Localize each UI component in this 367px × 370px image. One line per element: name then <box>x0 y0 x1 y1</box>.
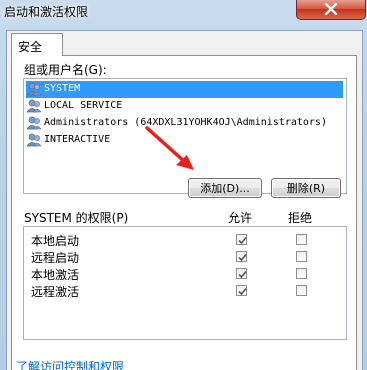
checkmark-icon <box>238 236 247 245</box>
allow-checkbox[interactable] <box>236 251 247 262</box>
permission-name: 本地激活 <box>31 268 80 282</box>
deny-checkbox[interactable] <box>296 268 307 279</box>
permission-name: 本地启动 <box>31 234 80 248</box>
checkmark-icon <box>238 270 247 279</box>
tab-security[interactable]: 安全 <box>11 33 63 56</box>
permission-row: 本地启动 <box>24 231 346 248</box>
permission-dialog: 启动和激活权限 安全 组或用户名(G): SYSTEM LOCAL SERVIC… <box>0 0 367 370</box>
permission-row: 远程启动 <box>24 248 346 265</box>
allow-checkbox[interactable] <box>236 268 247 279</box>
permission-name: 远程激活 <box>31 285 80 299</box>
permissions-label: SYSTEM 的权限(P) <box>24 211 129 225</box>
deny-checkbox[interactable] <box>296 285 307 296</box>
deny-column-header: 拒绝 <box>288 211 313 225</box>
deny-checkbox[interactable] <box>296 251 307 262</box>
checkmark-icon <box>238 287 247 296</box>
checkmark-icon <box>238 253 247 262</box>
permission-row: 本地激活 <box>24 265 346 282</box>
allow-checkbox[interactable] <box>236 285 247 296</box>
learn-access-control-link[interactable]: 了解访问控制和权限 <box>16 358 124 370</box>
allow-column-header: 允许 <box>228 211 253 225</box>
add-button[interactable]: 添加(D)... <box>188 178 262 198</box>
deny-checkbox[interactable] <box>296 234 307 245</box>
permission-row: 远程激活 <box>24 282 346 299</box>
allow-checkbox[interactable] <box>236 234 247 245</box>
tab-label: 安全 <box>18 40 43 54</box>
remove-button[interactable]: 删除(R) <box>271 178 341 198</box>
permission-name: 远程启动 <box>31 251 80 265</box>
permissions-list: 本地启动 远程启动 本地激活 远程激活 <box>23 226 347 340</box>
